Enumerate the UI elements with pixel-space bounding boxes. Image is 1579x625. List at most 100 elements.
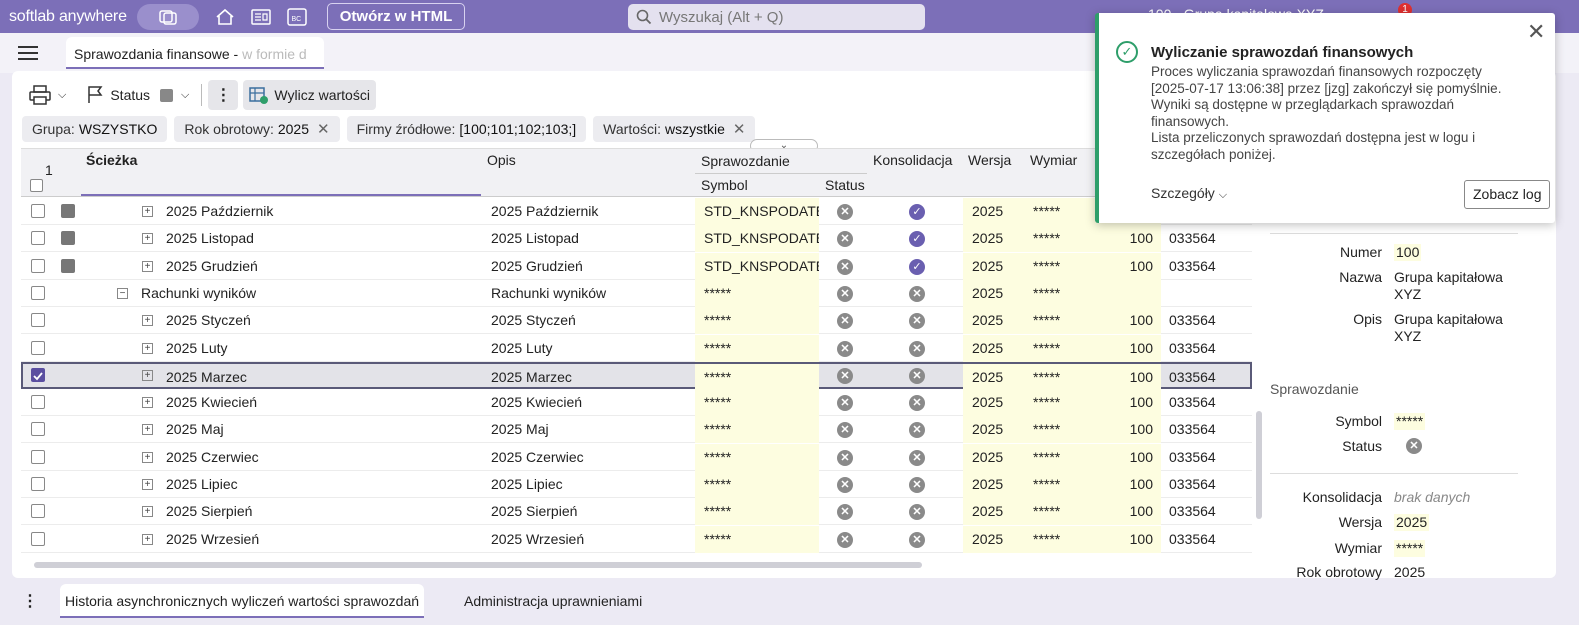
expand-icon[interactable]: + (142, 397, 153, 409)
expand-icon[interactable]: + (142, 369, 153, 381)
path-cell: 2025 Październik (166, 203, 274, 219)
menu-icon[interactable] (18, 46, 38, 60)
filter-chip-fiscal-year[interactable]: Rok obrotowy: 2025 ✕ (174, 116, 340, 142)
desc-cell: 2025 Grudzień (491, 257, 583, 274)
view-log-button[interactable]: Zobacz log (1464, 180, 1551, 209)
column-header-version[interactable]: Wersja (968, 152, 1011, 168)
row-checkbox[interactable] (31, 449, 45, 464)
desc-cell: 2025 Styczeń (491, 312, 576, 329)
expand-icon[interactable]: + (142, 260, 153, 272)
compute-values-button[interactable]: Wylicz wartości (243, 80, 376, 110)
cancel-icon: ✕ (909, 313, 925, 330)
global-search-input[interactable]: Wyszukaj (Alt + Q) (628, 4, 925, 30)
status-marker (61, 204, 75, 218)
expand-icon[interactable]: + (142, 506, 153, 518)
row-checkbox[interactable] (31, 504, 45, 519)
table-row[interactable]: +2025 Listopad 2025 Listopad STD_KNSPODATE… (21, 225, 1252, 253)
filter-chip-group[interactable]: Grupa: WSZYSTKO (22, 116, 168, 142)
news-icon[interactable] (243, 2, 279, 32)
filter-chip-source-companies[interactable]: Firmy źródłowe: [100;101;102;103;] (346, 116, 587, 142)
number-cell: 100 (1129, 312, 1153, 329)
row-checkbox[interactable] (31, 313, 45, 328)
column-header-underline (81, 194, 481, 196)
row-checkbox[interactable] (31, 285, 45, 300)
expand-icon[interactable]: + (142, 451, 153, 463)
row-checkbox[interactable] (31, 367, 45, 382)
grid-header: 1 Ścieżka Opis Sprawozdanie Symbol Statu… (21, 149, 1252, 197)
expand-icon[interactable]: + (142, 424, 153, 436)
expand-icon[interactable]: + (142, 533, 153, 545)
check-circle-icon: ✓ (1116, 41, 1138, 63)
column-header-desc[interactable]: Opis (487, 152, 516, 168)
row-checkbox[interactable] (31, 340, 45, 355)
row-checkbox[interactable] (31, 477, 45, 491)
table-row[interactable]: +2025 Październik 2025 Październik STD_KNS… (21, 198, 1252, 225)
details-toggle[interactable]: Szczegóły ⌵ (1151, 185, 1227, 202)
table-row[interactable]: +2025 Wrzesień 2025 Wrzesień ***** ✕ ✕ 2025 **… (21, 525, 1252, 553)
row-checkbox[interactable] (31, 531, 45, 546)
home-icon[interactable] (207, 2, 243, 32)
version-cell: 2025 (963, 252, 1025, 280)
column-header-path[interactable]: Ścieżka (86, 152, 137, 168)
column-header-status[interactable]: Status (825, 177, 865, 193)
table-row[interactable]: +2025 Sierpień 2025 Sierpień ***** ✕ ✕ 2025 **… (21, 498, 1252, 526)
detail-label-opis: Opis (1353, 311, 1382, 327)
version-cell: 2025 (963, 198, 1025, 225)
table-row[interactable]: +2025 Marzec 2025 Marzec ***** ✕ ✕ 2025 ***** 1… (21, 361, 1252, 391)
close-icon[interactable]: ✕ (317, 120, 330, 138)
desc-cell: 2025 Listopad (491, 230, 579, 247)
expand-icon[interactable]: + (142, 479, 153, 490)
symbol-cell: ***** (695, 471, 819, 498)
expand-icon[interactable]: + (142, 233, 153, 245)
code-cell: 033564 (1169, 503, 1216, 520)
row-checkbox[interactable] (31, 204, 45, 218)
row-checkbox[interactable] (31, 231, 45, 246)
table-row[interactable]: +2025 Lipiec 2025 Lipiec ***** ✕ ✕ 2025 ***** 1… (21, 471, 1252, 498)
table-row[interactable]: +2025 Styczeń 2025 Styczeń ***** ✕ ✕ 2025 ****… (21, 307, 1252, 335)
print-button[interactable]: ⌵ (22, 80, 72, 110)
brand-logo[interactable]: softlab anywhere (9, 8, 127, 26)
column-header-dimension[interactable]: Wymiar (1030, 152, 1077, 168)
code-cell: 033564 (1169, 448, 1216, 465)
path-cell: 2025 Czerwiec (166, 448, 259, 465)
desc-cell: 2025 Czerwiec (491, 448, 584, 465)
column-header-symbol[interactable]: Symbol (701, 177, 748, 193)
column-header-consolidation[interactable]: Konsolidacja (873, 152, 952, 168)
tab-async-history[interactable]: Historia asynchronicznych wyliczeń warto… (60, 584, 425, 618)
toolbar: ⌵ Status ⌵ ⋮ Wylicz wartości (22, 79, 376, 111)
desc-cell: Rachunki wyników (491, 284, 607, 301)
more-options-button[interactable]: ⋮ (208, 80, 239, 110)
open-in-html-button[interactable]: Otwórz w HTML (326, 3, 466, 30)
row-checkbox[interactable] (31, 422, 45, 437)
status-button[interactable]: Status ⌵ (80, 80, 195, 110)
collapse-icon[interactable]: − (117, 287, 128, 299)
kebab-icon[interactable]: ⋮ (22, 591, 38, 611)
tab-financial-reports[interactable]: Sprawozdania finansowe - w formie d (66, 37, 324, 69)
notification-toast: ✓ Wyliczanie sprawozdań finansowych Proc… (1095, 13, 1555, 223)
expand-icon[interactable]: + (142, 206, 153, 217)
table-row[interactable]: +2025 Kwiecień 2025 Kwiecień ***** ✕ ✕ 2025 **… (21, 389, 1252, 417)
select-all-checkbox[interactable] (30, 179, 43, 192)
table-row[interactable]: − Rachunki wyników Rachunki wyników ***** ✕ ✕… (21, 279, 1252, 307)
status-cancel-icon: ✕ (837, 504, 853, 521)
tab-permissions[interactable]: Administracja uprawnieniami (459, 584, 647, 618)
table-row[interactable]: +2025 Luty 2025 Luty ***** ✕ ✕ 2025 ***** 100 03… (21, 334, 1252, 362)
close-icon[interactable]: ✕ (733, 120, 746, 138)
expand-icon[interactable]: + (142, 342, 153, 354)
table-row[interactable]: +2025 Grudzień 2025 Grudzień STD_KNSPODATE… (21, 252, 1252, 280)
code-cell: 033564 (1169, 230, 1216, 247)
close-icon[interactable]: ✕ (1527, 19, 1545, 45)
vertical-scrollbar[interactable] (1256, 411, 1262, 519)
row-checkbox[interactable] (31, 395, 45, 410)
version-cell: 2025 (963, 498, 1025, 526)
symbol-cell: ***** (695, 389, 819, 417)
table-row[interactable]: +2025 Czerwiec 2025 Czerwiec ***** ✕ ✕ 2025 **… (21, 443, 1252, 471)
filter-chip-values[interactable]: Wartości: wszystkie ✕ (593, 116, 756, 142)
expand-icon[interactable]: + (142, 315, 153, 327)
row-checkbox[interactable] (31, 258, 45, 273)
horizontal-scrollbar[interactable] (34, 562, 922, 568)
bc-icon[interactable]: BC (279, 2, 315, 32)
status-color-swatch (160, 88, 174, 102)
apps-switch-button[interactable] (136, 3, 199, 30)
table-row[interactable]: +2025 Maj 2025 Maj ***** ✕ ✕ 2025 ***** 100 0335… (21, 416, 1252, 444)
